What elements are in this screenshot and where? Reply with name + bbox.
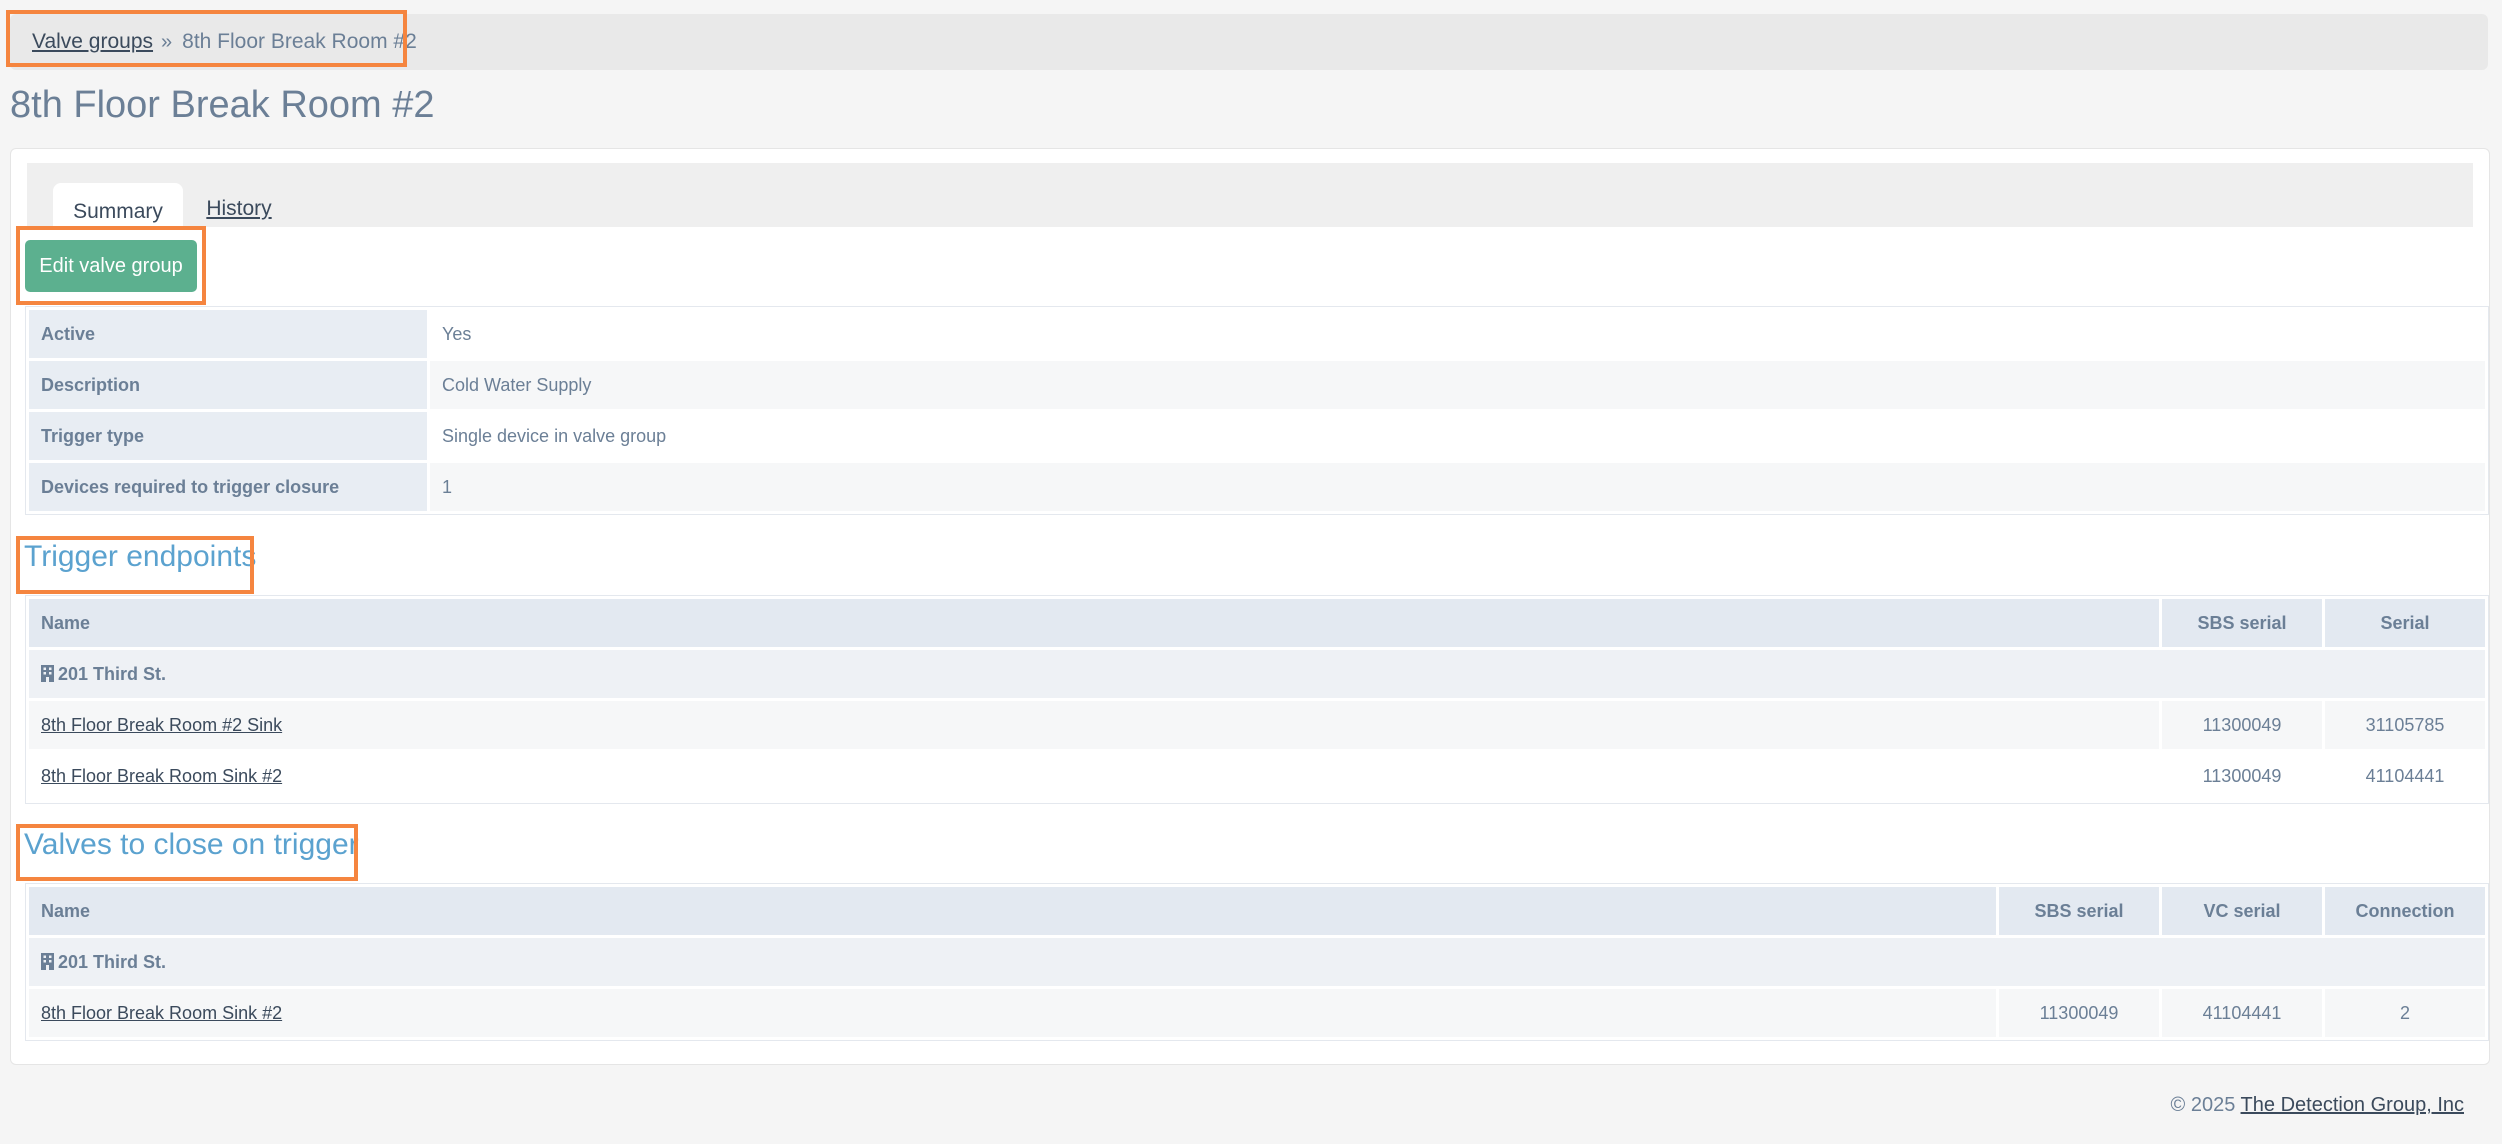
- vc-serial-cell: 41104441: [2162, 989, 2322, 1037]
- detail-label: Description: [29, 361, 427, 409]
- page-title: 8th Floor Break Room #2: [10, 84, 435, 126]
- endpoint-link[interactable]: 8th Floor Break Room #2 Sink: [41, 715, 282, 735]
- column-header: SBS serial: [1999, 887, 2159, 935]
- detail-row: Trigger type Single device in valve grou…: [29, 412, 2485, 460]
- trigger-endpoints-heading: Trigger endpoints: [24, 540, 257, 573]
- building-icon: [41, 952, 54, 970]
- tab-history[interactable]: History: [191, 183, 287, 235]
- tab-bar: Summary History: [27, 163, 2473, 241]
- connection-cell: 2: [2325, 989, 2485, 1037]
- detail-label: Active: [29, 310, 427, 358]
- breadcrumb-current: 8th Floor Break Room #2: [182, 30, 417, 53]
- valves-table: Name SBS serial VC serial Connection 201…: [25, 883, 2489, 1041]
- group-label: 201 Third St.: [58, 951, 167, 972]
- detail-row: Description Cold Water Supply: [29, 361, 2485, 409]
- detail-value: Single device in valve group: [442, 425, 667, 446]
- detail-label: Devices required to trigger closure: [29, 463, 427, 511]
- footer: © 2025 The Detection Group, Inc: [2171, 1094, 2464, 1117]
- table-row: 8th Floor Break Room Sink #2 11300049 41…: [29, 752, 2485, 800]
- sbs-serial-cell: 11300049: [2162, 701, 2322, 749]
- column-header: SBS serial: [2162, 599, 2322, 647]
- sbs-serial-cell: 11300049: [2202, 765, 2282, 786]
- table-row: 8th Floor Break Room #2 Sink 11300049 31…: [29, 701, 2485, 749]
- building-icon: [41, 664, 54, 682]
- breadcrumb-valve-groups-link[interactable]: Valve groups: [32, 30, 153, 54]
- breadcrumb: Valve groups » 8th Floor Break Room #2: [10, 14, 2488, 70]
- column-header: Connection: [2325, 887, 2485, 935]
- valves-heading: Valves to close on trigger: [24, 828, 359, 861]
- endpoint-link[interactable]: 8th Floor Break Room Sink #2: [41, 766, 282, 786]
- detail-value: Cold Water Supply: [430, 361, 2485, 409]
- group-label: 201 Third St.: [58, 663, 167, 684]
- edit-valve-group-button[interactable]: Edit valve group: [25, 240, 197, 292]
- content-card: Summary History Edit valve group Active …: [10, 148, 2490, 1065]
- copyright-text: © 2025: [2170, 1094, 2236, 1116]
- table-group-row: 201 Third St.: [29, 938, 2485, 986]
- trigger-endpoints-table: Name SBS serial Serial 201 Third St. 8th…: [25, 595, 2489, 804]
- serial-cell: 41104441: [2365, 765, 2445, 786]
- detail-row: Devices required to trigger closure 1: [29, 463, 2485, 511]
- column-header: VC serial: [2162, 887, 2322, 935]
- company-link[interactable]: The Detection Group, Inc: [2241, 1094, 2464, 1116]
- breadcrumb-separator: »: [161, 30, 173, 53]
- details-table: Active Yes Description Cold Water Supply…: [25, 306, 2489, 515]
- tab-summary[interactable]: Summary: [53, 183, 183, 241]
- detail-value: Yes: [442, 323, 472, 344]
- serial-cell: 31105785: [2325, 701, 2485, 749]
- detail-value: 1: [430, 463, 2485, 511]
- sbs-serial-cell: 11300049: [1999, 989, 2159, 1037]
- column-header: Name: [29, 599, 2159, 647]
- column-header: Serial: [2325, 599, 2485, 647]
- table-group-row: 201 Third St.: [29, 650, 2485, 698]
- table-row: 8th Floor Break Room Sink #2 11300049 41…: [29, 989, 2485, 1037]
- valve-link[interactable]: 8th Floor Break Room Sink #2: [41, 1003, 282, 1023]
- column-header: Name: [29, 887, 1996, 935]
- detail-row: Active Yes: [29, 310, 2485, 358]
- detail-label: Trigger type: [29, 412, 427, 460]
